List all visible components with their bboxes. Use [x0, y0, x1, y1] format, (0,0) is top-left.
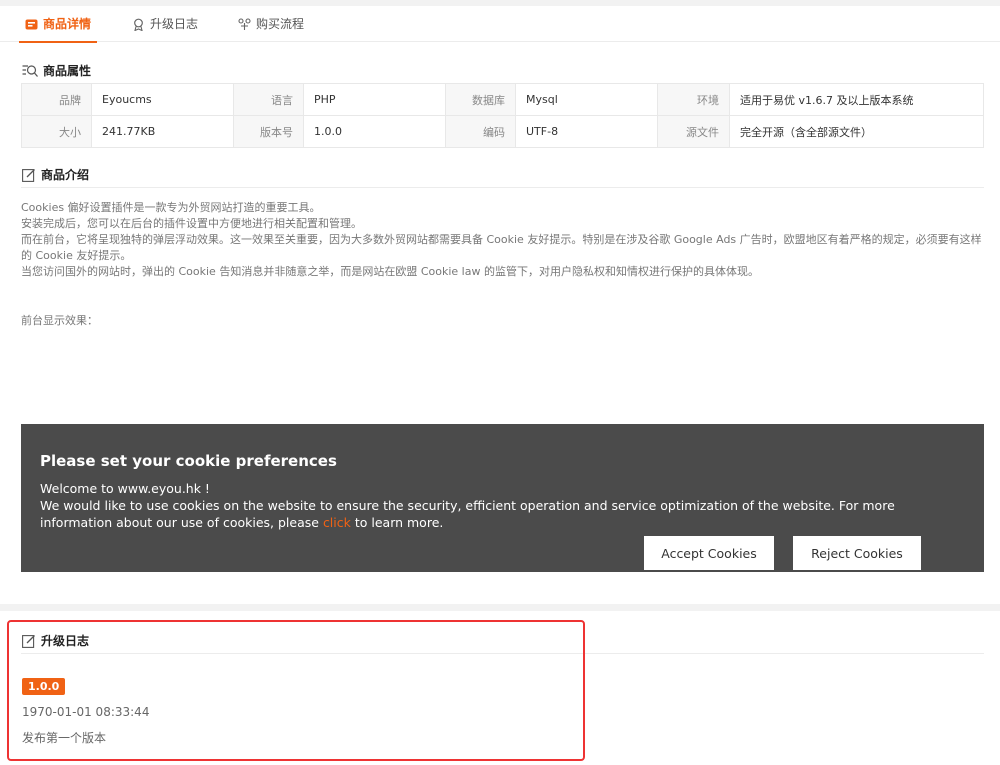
reject-cookies-button[interactable]: Reject Cookies	[793, 536, 921, 570]
divider	[21, 187, 984, 188]
attr-key: 大小	[21, 115, 92, 148]
tab-bar: 商品详情 升级日志 购买流程	[0, 6, 1000, 43]
table-row: 大小 241.77KB 版本号 1.0.0 编码 UTF-8 源文件 完全开源（…	[21, 115, 984, 148]
attributes-table: 品牌 Eyoucms 语言 PHP 数据库 Mysql 环境 适用于易优 v1.…	[21, 83, 984, 148]
cookie-banner-preview: Please set your cookie preferences Welco…	[21, 424, 984, 572]
intro-text: Cookies 偏好设置插件是一款专为外贸网站打造的重要工具。 安装完成后，您可…	[21, 200, 986, 280]
attr-key: 环境	[657, 83, 730, 116]
tab-label: 升级日志	[150, 17, 199, 31]
attr-key: 语言	[233, 83, 304, 116]
cookie-link[interactable]: click	[323, 515, 351, 530]
tab-label: 购买流程	[256, 17, 305, 31]
attr-key: 编码	[445, 115, 516, 148]
intro-paragraph: Cookies 偏好设置插件是一款专为外贸网站打造的重要工具。	[21, 201, 321, 214]
table-row: 品牌 Eyoucms 语言 PHP 数据库 Mysql 环境 适用于易优 v1.…	[21, 83, 984, 116]
attr-key: 品牌	[21, 83, 92, 116]
accept-cookies-button[interactable]: Accept Cookies	[644, 536, 774, 570]
attr-key: 版本号	[233, 115, 304, 148]
intro-paragraph: 安装完成后，您可以在后台的插件设置中方便地进行相关配置和管理。	[21, 217, 362, 230]
attr-value: UTF-8	[515, 115, 658, 148]
tab-changelog[interactable]: 升级日志	[132, 6, 198, 42]
attributes-heading: 商品属性	[22, 62, 91, 79]
attr-key: 源文件	[657, 115, 730, 148]
attr-value: PHP	[303, 83, 446, 116]
attr-value: Eyoucms	[91, 83, 234, 116]
attr-value: 适用于易优 v1.6.7 及以上版本系统	[729, 83, 984, 116]
intro-paragraph: 当您访问国外的网站时，弹出的 Cookie 告知消息并非随意之举，而是网站在欧盟…	[21, 265, 759, 278]
preview-label: 前台显示效果：	[21, 314, 98, 327]
tab-label: 商品详情	[43, 17, 92, 31]
cookie-body: We would like to use cookies on the webs…	[40, 498, 895, 530]
cookie-message: Welcome to www.eyou.hk ! We would like t…	[40, 480, 970, 531]
highlight-box	[7, 620, 585, 761]
attr-value: 1.0.0	[303, 115, 446, 148]
intro-heading: 商品介绍	[22, 166, 89, 183]
search-list-icon	[22, 64, 38, 77]
attr-key: 数据库	[445, 83, 516, 116]
flow-icon	[238, 17, 251, 30]
tab-product-details[interactable]: 商品详情	[18, 6, 98, 43]
edit-icon	[22, 168, 35, 182]
product-detail-card: 商品详情 升级日志 购买流程 商品属性 品牌 Eyoucms 语言 PHP 数据…	[0, 6, 1000, 604]
cookie-welcome: Welcome to www.eyou.hk !	[40, 481, 210, 496]
attr-value: 完全开源（含全部源文件）	[729, 115, 984, 148]
intro-paragraph: 而在前台，它将呈现独特的弹层浮动效果。这一效果至关重要，因为大多数外贸网站都需要…	[21, 233, 982, 262]
tab-purchase-flow[interactable]: 购买流程	[238, 6, 304, 42]
attr-value: Mysql	[515, 83, 658, 116]
cookie-title: Please set your cookie preferences	[40, 452, 337, 470]
attr-value: 241.77KB	[91, 115, 234, 148]
badge-icon	[134, 18, 143, 31]
product-icon	[25, 19, 38, 29]
